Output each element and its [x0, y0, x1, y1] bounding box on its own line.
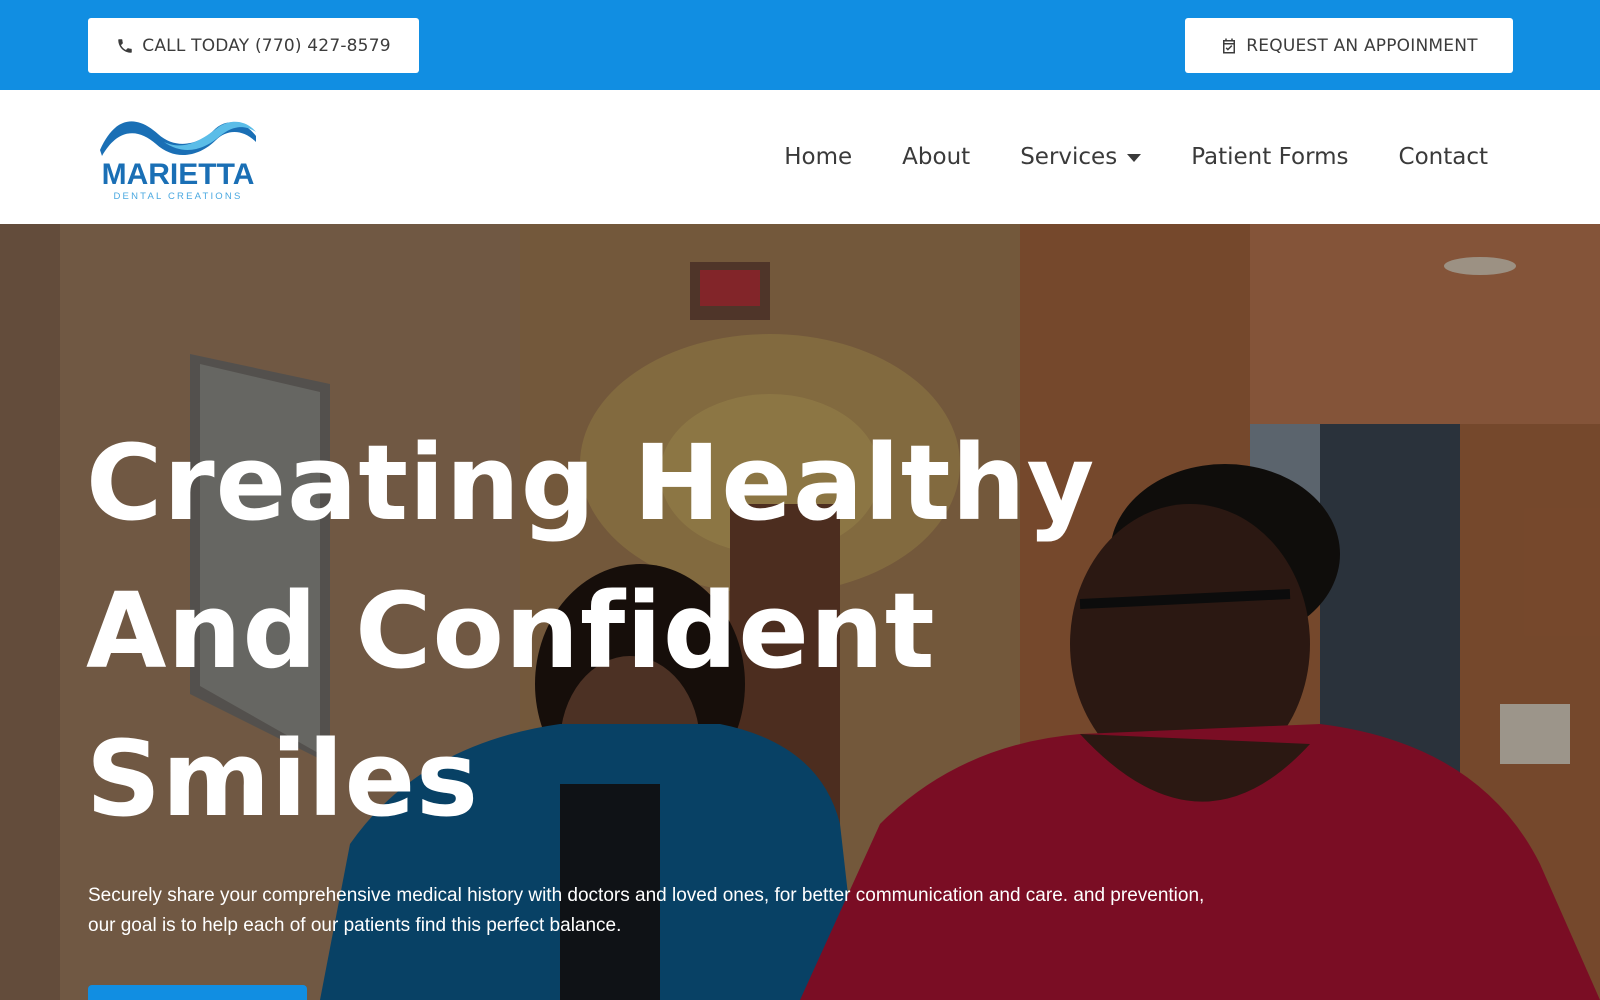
- request-appointment-button[interactable]: REQUEST AN APPOINMENT: [1185, 18, 1513, 73]
- svg-text:DENTAL CREATIONS: DENTAL CREATIONS: [114, 191, 243, 202]
- hero-subtitle: Securely share your comprehensive medica…: [88, 885, 1205, 936]
- call-button[interactable]: CALL TODAY (770) 427-8579: [88, 18, 419, 73]
- nav-item-about[interactable]: About: [902, 144, 970, 170]
- svg-text:MARIETTA: MARIETTA: [102, 158, 255, 191]
- phone-icon: [118, 38, 133, 53]
- hero-section: Creating Healthy And Confident Smiles Se…: [0, 224, 1600, 1000]
- request-appointment-label: REQUEST AN APPOINMENT: [1246, 35, 1478, 56]
- hero-cta-button[interactable]: [88, 985, 307, 1000]
- nav-item-label: Patient Forms: [1191, 144, 1349, 170]
- nav-item-contact[interactable]: Contact: [1399, 144, 1488, 170]
- main-nav: Home About Services Patient Forms Contac…: [784, 90, 1488, 224]
- hero-title: Creating Healthy And Confident Smiles: [86, 409, 1186, 853]
- chevron-down-icon[interactable]: [1127, 154, 1142, 162]
- nav-item-services[interactable]: Services: [1020, 144, 1142, 170]
- nav-item-label: Home: [784, 144, 853, 170]
- hero-title-line: Creating Healthy: [86, 422, 1096, 544]
- nav-item-patient-forms[interactable]: Patient Forms: [1191, 144, 1348, 170]
- site-logo[interactable]: MARIETTA DENTAL CREATIONS: [98, 112, 258, 204]
- marietta-logo-mark: MARIETTA DENTAL CREATIONS: [100, 121, 256, 202]
- hero-title-line: And Confident: [86, 570, 936, 692]
- top-bar: CALL TODAY (770) 427-8579 REQUEST AN APP…: [0, 0, 1600, 90]
- nav-item-label: About: [902, 144, 971, 170]
- nav-item-label: Services: [1020, 144, 1118, 170]
- call-button-label: CALL TODAY (770) 427-8579: [142, 35, 391, 56]
- nav-item-label: Contact: [1398, 144, 1488, 170]
- nav-item-home[interactable]: Home: [784, 144, 852, 170]
- site-header: MARIETTA DENTAL CREATIONS Home About Ser…: [0, 90, 1600, 224]
- hero-title-line: Smiles: [86, 718, 480, 840]
- calendar-check-icon: [1223, 38, 1236, 53]
